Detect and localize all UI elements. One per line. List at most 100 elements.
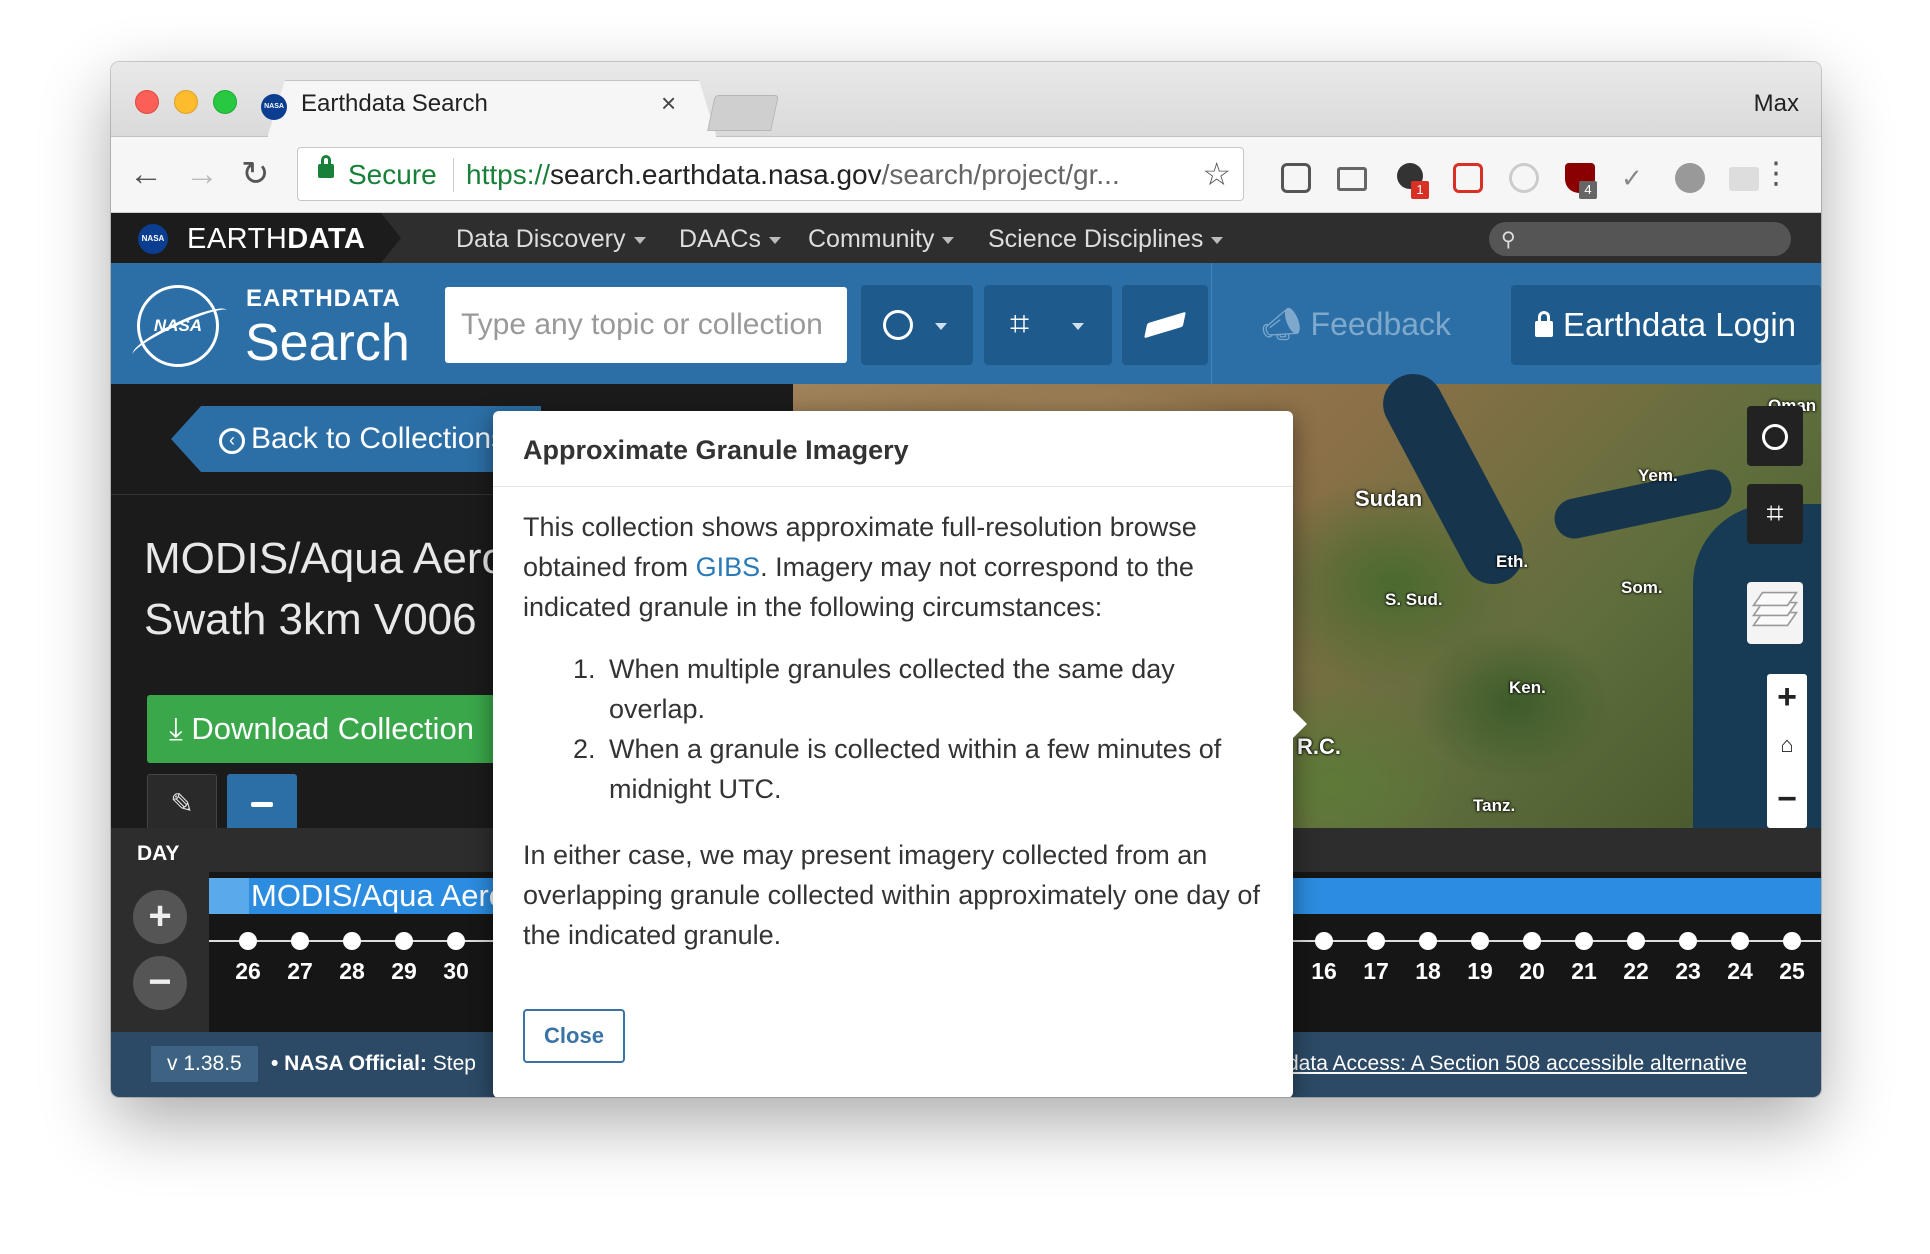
- timeline-dot[interactable]: [1367, 932, 1385, 950]
- timeline-tick-label: 22: [1623, 958, 1649, 984]
- new-tab-button[interactable]: [707, 95, 779, 131]
- map-label: Som.: [1621, 578, 1663, 597]
- timeline-tick-label: 21: [1571, 958, 1597, 984]
- timeline-tick-label: 25: [1779, 958, 1805, 984]
- nav-label: Community: [808, 225, 935, 253]
- timeline-tick-label: 17: [1363, 958, 1389, 984]
- timeline-dot[interactable]: [343, 932, 361, 950]
- timeline-tick-label: 28: [339, 958, 365, 984]
- timeline-zoom-panel: DAY + −: [111, 828, 209, 1032]
- timeline-dot[interactable]: [1419, 932, 1437, 950]
- cast-icon[interactable]: [1337, 167, 1367, 191]
- timeline-dot[interactable]: [1315, 932, 1333, 950]
- remove-from-project-button[interactable]: [227, 774, 297, 834]
- timeline-zoom-level: DAY: [137, 842, 180, 865]
- back-icon[interactable]: ←: [129, 155, 163, 193]
- timeline-dot[interactable]: [1783, 932, 1801, 950]
- url-text[interactable]: https://search.earthdata.nasa.gov/search…: [466, 159, 1186, 191]
- map-label: Yem.: [1638, 466, 1678, 485]
- map-spatial-button[interactable]: ⌗: [1747, 484, 1803, 544]
- timeline-dot[interactable]: [1523, 932, 1541, 950]
- timeline-dot[interactable]: [239, 932, 257, 950]
- modal-outro: In either case, we may present imagery c…: [523, 840, 1260, 950]
- site-search-input[interactable]: ⚲: [1489, 222, 1791, 256]
- map-zoom-controls: + ⌂ −: [1767, 674, 1807, 828]
- minimize-window-button[interactable]: [174, 90, 198, 114]
- address-bar[interactable]: Secure https://search.earthdata.nasa.gov…: [297, 147, 1244, 201]
- map-label: Sudan: [1355, 486, 1423, 511]
- tab-close-icon[interactable]: ×: [661, 88, 676, 119]
- back-to-collections-button[interactable]: ‹ Back to Collections: [171, 406, 541, 472]
- edit-icon: ✎: [170, 788, 194, 819]
- ext-badge-4: 4: [1579, 181, 1597, 199]
- timeline-dot[interactable]: [1627, 932, 1645, 950]
- section-508-link[interactable]: data Access: A Section 508 accessible al…: [1287, 1052, 1747, 1076]
- earthdata-topnav: NASA EARTHDATA Data Discovery DAACs Comm…: [111, 213, 1821, 263]
- popover-arrow: [1293, 710, 1307, 738]
- map-label: Tanz.: [1473, 796, 1516, 815]
- timeline-tick-label: 16: [1311, 958, 1337, 984]
- timeline-dot[interactable]: [1679, 932, 1697, 950]
- map-zoom-out-button[interactable]: −: [1767, 780, 1807, 819]
- pocket-extension-icon[interactable]: [1281, 163, 1311, 193]
- globe-extension-icon[interactable]: [1675, 163, 1705, 193]
- chevron-down-icon: [1072, 323, 1084, 330]
- official-name[interactable]: Step: [433, 1052, 476, 1075]
- map-temporal-button[interactable]: [1747, 406, 1803, 466]
- timeline-zoom-in-button[interactable]: +: [133, 890, 187, 944]
- nav-label: Data Discovery: [456, 225, 626, 253]
- lock-icon: [1535, 311, 1553, 337]
- spatial-filter-button[interactable]: ⌗: [984, 285, 1112, 365]
- crop-icon: ⌗: [1010, 305, 1030, 343]
- map-layers-button[interactable]: [1747, 582, 1803, 644]
- nav-data-discovery[interactable]: Data Discovery: [456, 225, 646, 254]
- panel-divider: [111, 494, 551, 495]
- timeline-zoom-out-button[interactable]: −: [133, 956, 187, 1010]
- timeline-tick-label: 20: [1519, 958, 1545, 984]
- timeline-dot[interactable]: [291, 932, 309, 950]
- nav-science-disciplines[interactable]: Science Disciplines: [988, 225, 1224, 254]
- profile-name[interactable]: Max: [1754, 90, 1799, 118]
- browser-menu-icon[interactable]: ⋮: [1761, 159, 1791, 189]
- feedback-link[interactable]: 📣︎ Feedback: [1261, 305, 1451, 343]
- map-zoom-in-button[interactable]: +: [1767, 678, 1807, 717]
- gibs-link[interactable]: GIBS: [696, 552, 761, 582]
- brand-light: EARTH: [187, 223, 288, 255]
- map-home-button[interactable]: ⌂: [1767, 732, 1807, 758]
- download-collection-button[interactable]: ⤓ Download Collection: [147, 695, 527, 763]
- earthdata-login-button[interactable]: Earthdata Login: [1511, 285, 1821, 365]
- timeline-dot[interactable]: [1731, 932, 1749, 950]
- chevron-down-icon: [633, 236, 646, 244]
- bookmark-star-icon[interactable]: ☆: [1202, 155, 1231, 193]
- official-prefix: • NASA Official:: [271, 1052, 427, 1075]
- earthdata-brand[interactable]: NASA EARTHDATA: [111, 213, 401, 263]
- url-path: /search/project/gr...: [881, 159, 1120, 190]
- edit-options-button[interactable]: ✎: [147, 774, 217, 834]
- nav-daacs[interactable]: DAACs: [679, 225, 781, 254]
- timeline-dot[interactable]: [395, 932, 413, 950]
- timeline-dot[interactable]: [1471, 932, 1489, 950]
- check-extension-icon[interactable]: ✓: [1621, 163, 1651, 193]
- lock-icon: [318, 155, 334, 178]
- refresh-extension-icon[interactable]: [1509, 163, 1539, 193]
- timeline-dot[interactable]: [447, 932, 465, 950]
- megaphone-icon: 📣︎: [1261, 306, 1311, 342]
- reload-icon[interactable]: ↻: [241, 155, 270, 193]
- temporal-filter-button[interactable]: [861, 285, 973, 365]
- close-window-button[interactable]: [135, 90, 159, 114]
- video-speed-extension-icon[interactable]: [1453, 163, 1483, 193]
- nasa-official: • NASA Official: Step: [271, 1052, 501, 1076]
- nav-community[interactable]: Community: [808, 225, 955, 254]
- timeline-dot[interactable]: [1575, 932, 1593, 950]
- modal-title: Approximate Granule Imagery: [523, 435, 909, 465]
- chevron-down-icon: [768, 236, 781, 244]
- topic-search-input[interactable]: Type any topic or collection: [445, 287, 847, 363]
- chevron-down-icon: [942, 236, 955, 244]
- download-label: Download Collection: [191, 711, 474, 746]
- close-button[interactable]: Close: [523, 1009, 625, 1063]
- zoom-window-button[interactable]: [213, 90, 237, 114]
- nasa-meatball-logo[interactable]: NASA: [137, 285, 219, 367]
- screen-extension-icon[interactable]: [1729, 167, 1759, 191]
- forward-icon[interactable]: →: [185, 155, 219, 193]
- clear-filters-button[interactable]: [1122, 285, 1208, 365]
